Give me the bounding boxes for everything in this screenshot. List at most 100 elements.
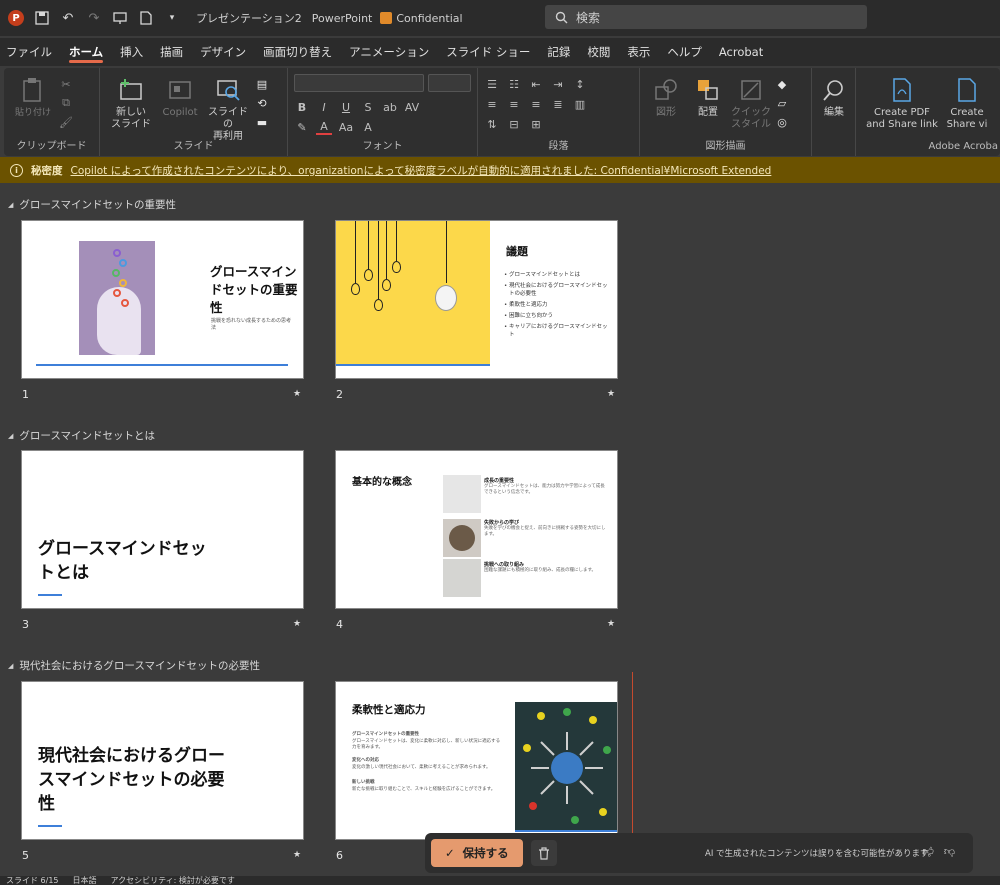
numbering-icon[interactable]: ☷ bbox=[506, 76, 522, 92]
increase-indent-icon[interactable]: ⇥ bbox=[550, 76, 566, 92]
paragraph-text: グロースマインドセットは、変化に柔軟に対応し、新しい状況に適応する力を育みます。 bbox=[352, 739, 501, 750]
char-spacing-2-icon[interactable]: AV bbox=[404, 99, 420, 115]
section-header-3[interactable]: ◢ 現代社会におけるグロースマインドセットの必要性 bbox=[8, 658, 260, 673]
smartart-icon[interactable]: ⊞ bbox=[528, 116, 544, 132]
quick-styles-button[interactable]: クイック スタイル bbox=[730, 72, 772, 131]
tab-help[interactable]: ヘルプ bbox=[667, 38, 702, 66]
tab-home[interactable]: ホーム bbox=[69, 38, 104, 66]
tab-record[interactable]: 記録 bbox=[547, 38, 570, 66]
italic-icon[interactable]: I bbox=[316, 99, 332, 115]
slide-thumbnail-4[interactable]: 基本的な概念 成長の重要性 グロースマインドセットは、能力は努力や学習によって成… bbox=[335, 450, 618, 609]
present-icon[interactable] bbox=[112, 10, 128, 26]
align-center-icon[interactable]: ≡ bbox=[506, 96, 522, 112]
slide-thumbnail-3[interactable]: グロースマインドセットとは bbox=[21, 450, 304, 609]
list-item: 現代社会におけるグロースマインドセットの必要性 bbox=[504, 282, 610, 298]
language[interactable]: 日本語 bbox=[73, 876, 97, 885]
transition-star-icon: ★ bbox=[293, 619, 302, 629]
group-drawing: 図形 配置 クイック スタイル ◆ ▱ ◎ 図形描画 bbox=[640, 68, 812, 156]
tab-draw[interactable]: 描画 bbox=[160, 38, 183, 66]
thumbs-up-icon[interactable]: 👍︎ bbox=[922, 845, 934, 858]
reuse-slides-button[interactable]: スライドの 再利用 bbox=[204, 72, 252, 143]
justify-icon[interactable]: ≣ bbox=[550, 96, 566, 112]
create-pdf-button[interactable]: Create PDF and Share link bbox=[862, 72, 942, 131]
slide-thumbnail-6[interactable]: 柔軟性と適応力 グロースマインドセットの重要性 グロースマインドセットは、変化に… bbox=[335, 681, 618, 840]
arrange-icon bbox=[694, 76, 722, 104]
editing-button[interactable]: 編集 bbox=[818, 72, 850, 119]
font-color-icon[interactable]: A bbox=[316, 119, 332, 135]
align-left-icon[interactable]: ≡ bbox=[484, 96, 500, 112]
search-icon bbox=[555, 11, 568, 23]
shape-outline-icon[interactable]: ▱ bbox=[774, 95, 790, 111]
new-file-icon[interactable] bbox=[138, 10, 154, 26]
line-spacing-icon[interactable]: ↕ bbox=[572, 76, 588, 92]
format-painter-icon[interactable]: 🖌 bbox=[58, 114, 74, 130]
underline-icon[interactable]: U bbox=[338, 99, 354, 115]
sensitivity-label[interactable]: Confidential bbox=[380, 12, 463, 25]
cut-icon[interactable]: ✂ bbox=[58, 76, 74, 92]
slide-thumbnail-2[interactable]: 議題 グロースマインドセットとは 現代社会におけるグロースマインドセットの必要性… bbox=[335, 220, 618, 379]
clear-format-icon[interactable]: A bbox=[360, 119, 376, 135]
slide-number: 4 bbox=[336, 618, 343, 631]
undo-icon[interactable]: ↶ bbox=[60, 10, 76, 26]
decrease-indent-icon[interactable]: ⇤ bbox=[528, 76, 544, 92]
shape-fill-icon[interactable]: ◆ bbox=[774, 76, 790, 92]
slide-count: スライド 6/15 bbox=[6, 876, 59, 885]
thumbs-down-icon[interactable]: 👎︎ bbox=[944, 845, 955, 858]
create-share-button[interactable]: Create Share vi bbox=[944, 72, 990, 131]
accent-line bbox=[38, 825, 62, 827]
font-name-select[interactable] bbox=[294, 74, 425, 92]
section-icon[interactable]: ▬ bbox=[254, 114, 270, 130]
section-header-2[interactable]: ◢ グロースマインドセットとは bbox=[8, 428, 155, 443]
slides-group-label: スライド bbox=[173, 141, 214, 152]
slide-number: 3 bbox=[22, 618, 29, 631]
new-slide-button[interactable]: 新しい スライド bbox=[106, 72, 156, 143]
char-spacing-icon[interactable]: ab bbox=[382, 99, 398, 115]
tab-view[interactable]: 表示 bbox=[627, 38, 650, 66]
keep-button[interactable]: ✓ 保持する bbox=[431, 839, 523, 867]
tab-insert[interactable]: 挿入 bbox=[120, 38, 143, 66]
tab-file[interactable]: ファイル bbox=[6, 38, 52, 66]
document-title: プレゼンテーション2 bbox=[196, 12, 302, 25]
tab-acrobat[interactable]: Acrobat bbox=[719, 38, 763, 66]
list-item: キャリアにおけるグロースマインドセット bbox=[504, 323, 610, 339]
change-case-icon[interactable]: Aa bbox=[338, 119, 354, 135]
align-text-icon[interactable]: ⊟ bbox=[506, 116, 522, 132]
redo-icon[interactable]: ↷ bbox=[86, 10, 102, 26]
tab-slideshow[interactable]: スライド ショー bbox=[446, 38, 530, 66]
slide-thumbnail-5[interactable]: 現代社会におけるグロースマインドセットの必要性 bbox=[21, 681, 304, 840]
copy-icon[interactable]: ⧉ bbox=[58, 95, 74, 111]
growth-head-illustration bbox=[79, 241, 155, 355]
tab-transitions[interactable]: 画面切り替え bbox=[263, 38, 332, 66]
text-direction-icon[interactable]: ⇅ bbox=[484, 116, 500, 132]
accessibility-status[interactable]: アクセシビリティ: 検討が必要です bbox=[111, 876, 235, 885]
customize-toolbar-chevron-icon[interactable]: ▾ bbox=[164, 10, 180, 26]
shape-effects-icon[interactable]: ◎ bbox=[774, 114, 790, 130]
font-size-select[interactable] bbox=[428, 74, 471, 92]
slide-thumbnail-1[interactable]: グロースマインドセットの重要性 挑戦を恐れない成長するための思考法 bbox=[21, 220, 304, 379]
highlight-icon[interactable]: ✎ bbox=[294, 119, 310, 135]
bold-icon[interactable]: B bbox=[294, 99, 310, 115]
section-title: 現代社会におけるグロースマインドセットの必要性 bbox=[19, 660, 261, 672]
bullets-icon[interactable]: ☰ bbox=[484, 76, 500, 92]
search-input[interactable]: 検索 bbox=[545, 5, 867, 29]
section-header-1[interactable]: ◢ グロースマインドセットの重要性 bbox=[8, 197, 176, 212]
arrange-button[interactable]: 配置 bbox=[688, 72, 728, 131]
reset-icon[interactable]: ⟲ bbox=[254, 95, 270, 111]
save-icon[interactable] bbox=[34, 10, 50, 26]
strikethrough-icon[interactable]: S bbox=[360, 99, 376, 115]
copilot-button[interactable]: Copilot bbox=[158, 72, 202, 143]
columns-icon[interactable]: ▥ bbox=[572, 96, 588, 112]
paste-button[interactable]: 貼り付け bbox=[10, 72, 56, 130]
layout-icon[interactable]: ▤ bbox=[254, 76, 270, 92]
notice-message-link[interactable]: Copilot によって作成されたコンテンツにより、organizationによ… bbox=[71, 163, 772, 178]
adobe-group-label: Adobe Acroba bbox=[928, 141, 998, 152]
shapes-button[interactable]: 図形 bbox=[646, 72, 686, 131]
align-right-icon[interactable]: ≡ bbox=[528, 96, 544, 112]
concept-text: グロースマインドセットは、能力は努力や学習によって成長できるという信念です。 bbox=[484, 484, 605, 495]
tab-review[interactable]: 校閲 bbox=[587, 38, 610, 66]
tab-design[interactable]: デザイン bbox=[200, 38, 246, 66]
font-format-row: B I U S ab AV bbox=[294, 97, 471, 117]
tab-animations[interactable]: アニメーション bbox=[349, 38, 429, 66]
gear-icon bbox=[119, 259, 127, 267]
discard-button[interactable] bbox=[530, 840, 557, 866]
